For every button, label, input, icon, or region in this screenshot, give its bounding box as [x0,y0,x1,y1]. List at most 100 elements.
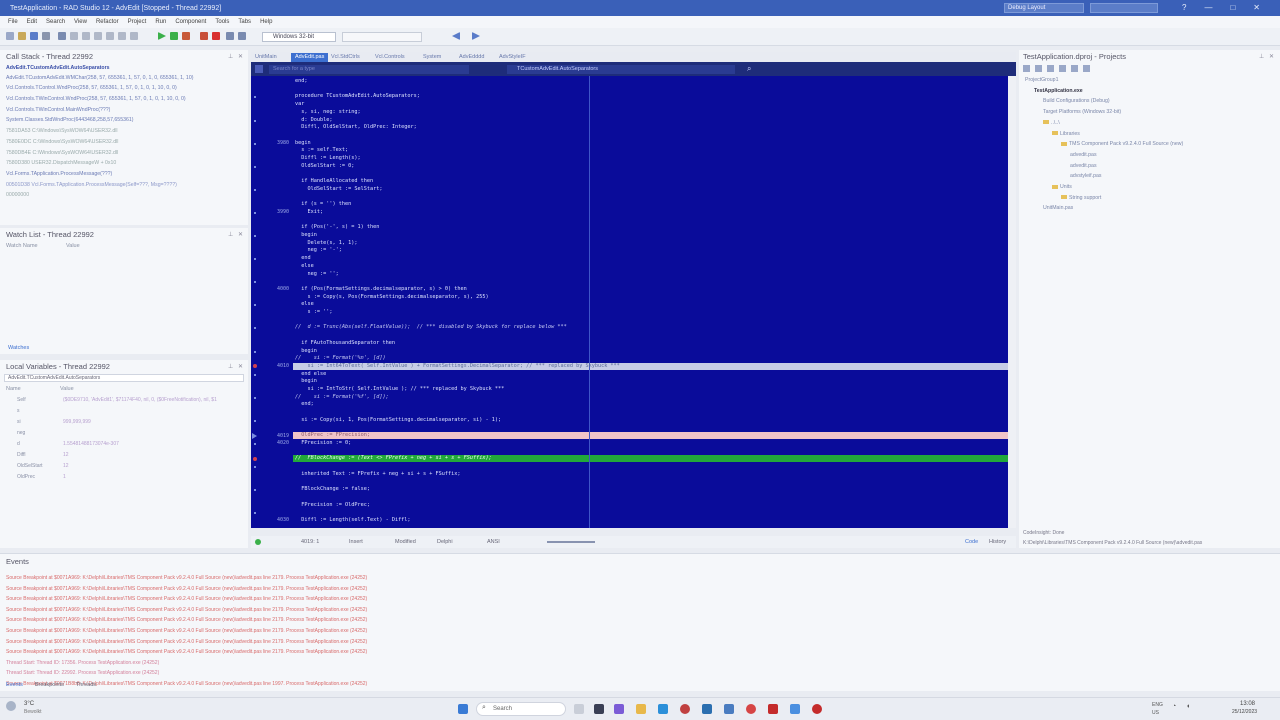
event-line[interactable]: Source Breakpoint at $0071A969: K:\Delph… [6,628,367,634]
code-line[interactable]: begin [295,378,317,384]
tab-advstyleif[interactable]: AdvStyleIF [495,53,530,62]
open-icon[interactable] [18,32,26,40]
code-line[interactable]: procedure TCustomAdvEdit.AutoSeparators; [295,93,420,99]
code-line[interactable]: end [295,255,310,261]
tab-vcl-stdctrls[interactable]: Vcl.StdCtrls [327,53,364,62]
project-tree-item[interactable]: advedit.pas [1070,152,1097,158]
breakpoint-icon[interactable] [253,456,257,461]
menu-search[interactable]: Search [46,19,65,25]
local-value[interactable]: 12 [63,452,69,458]
code-line[interactable]: s, si, neg: string; [295,109,360,115]
event-line[interactable]: Source Breakpoint at $0071A969: K:\Delph… [6,596,367,602]
project-tree-item[interactable]: Build Configurations (Debug) [1043,98,1110,104]
code-line[interactable]: FPrecision := 0; [295,440,351,446]
code-line[interactable]: si := Copy(si, 1, Pos(FormatSettings.dec… [295,417,501,423]
configuration-selector[interactable] [342,32,422,42]
tab-system[interactable]: System [419,53,445,62]
new-icon[interactable] [6,32,14,40]
add-icon[interactable] [1047,65,1054,72]
call-stack-item[interactable]: AdvEdit.TCustomAdvEdit.AutoSeparators [6,65,109,71]
type-search-input[interactable]: Search for a type [269,65,469,74]
tab-code[interactable]: Code [965,539,978,545]
project-tree-item[interactable]: TestApplication.exe [1034,88,1083,94]
step-over-icon[interactable] [226,32,234,40]
tab-threads[interactable]: Threads [76,682,96,688]
breakpoint-icon[interactable] [253,364,257,369]
call-stack-item[interactable]: 7580D380 USER32.DispatchMessageW + 0x10 [6,160,116,166]
code-line[interactable]: begin [295,140,311,146]
local-value[interactable]: 1 [63,474,66,480]
platform-selector[interactable]: Windows 32-bit [262,32,336,42]
options-icon[interactable] [1083,65,1090,72]
code-line[interactable]: if FAutoThousandSeparator then [295,340,395,346]
weather-icon[interactable] [6,701,16,711]
remove-icon[interactable] [1059,65,1066,72]
name-header[interactable]: Name [6,386,21,392]
file-explorer-icon[interactable] [636,704,646,714]
encoding-selector[interactable]: ANSI [487,539,500,545]
code-line[interactable]: Diffl := Length(self.Text) - Diffl; [295,517,410,523]
call-stack-item[interactable]: 7580E0DC C:\Windows\SysWOW64\USER32.dll [6,139,118,145]
add-file-icon[interactable] [70,32,78,40]
project-tree-item[interactable]: advedit.pas [1070,163,1097,169]
project-tree-item[interactable]: ProjectGroup1 [1025,77,1058,83]
language-selector[interactable]: Delphi [437,539,453,545]
code-line[interactable]: end else [295,371,326,377]
call-stack-item[interactable]: 00000000 [6,192,29,198]
code-line[interactable]: neg := ''; [295,271,338,277]
event-line[interactable]: Source Breakpoint at $0071A969: K:\Delph… [6,607,367,613]
options-icon[interactable] [94,32,102,40]
project-tree-item[interactable]: TMS Component Pack v9.2.4.0 Full Source … [1061,141,1183,147]
code-line[interactable]: Exit; [295,209,323,215]
calculator-icon[interactable] [702,704,712,714]
local-value[interactable]: ($0DE9710, 'AdvEdit1', $71174F40, nil, 0… [63,397,217,403]
code-line[interactable]: if HandleAllocated then [295,178,373,184]
code-line[interactable]: d: Double; [295,117,332,123]
taskbar-search[interactable]: Search [476,702,566,716]
code-line[interactable]: FPrecision := OldPrec; [295,502,370,508]
event-line[interactable]: Thread Start: Thread ID: 17356. Process … [6,660,159,666]
structure-icon[interactable] [255,65,263,73]
code-line[interactable]: else [295,301,314,307]
call-stack-item[interactable]: Vcl.Controls.TWinControl.MainWndProc(???… [6,107,110,113]
view-unit-icon[interactable] [118,32,126,40]
event-line[interactable]: Source Breakpoint at $0071A969: K:\Delph… [6,617,367,623]
task-view-icon[interactable] [574,704,584,714]
code-line[interactable]: if (Pos(FormatSettings.decimalseparator,… [295,286,467,292]
teams-icon[interactable] [614,704,624,714]
close-button[interactable]: ✕ [1253,0,1260,16]
close-panel-icon[interactable]: ✕ [1269,53,1274,60]
code-line[interactable]: begin [295,348,317,354]
menu-help[interactable]: Help [260,19,272,25]
project-tree-item[interactable]: UnitMain.pas [1043,205,1073,211]
call-stack-item[interactable]: Vcl.Forms.TApplication.ProcessMessage(??… [6,171,112,177]
watch-value-header[interactable]: Value [66,243,80,249]
minimize-button[interactable]: — [1204,0,1212,16]
trace-into-icon[interactable] [238,32,246,40]
pin-icon[interactable]: ⊥ [228,231,233,238]
pause-icon[interactable] [200,32,208,40]
layout-dropdown[interactable]: Debug Layout [1004,3,1084,13]
remove-file-icon[interactable] [82,32,90,40]
tab-vcl-controls[interactable]: Vcl.Controls [371,53,409,62]
delphi-icon[interactable] [812,704,822,714]
pin-icon[interactable]: ⊥ [228,363,233,370]
code-line[interactable]: si := IntToStr( Self.IntValue ); // *** … [295,386,504,392]
watch-name-header[interactable]: Watch Name [6,243,38,249]
value-header[interactable]: Value [60,386,74,392]
project-tree-item[interactable]: String support [1061,195,1101,201]
local-value[interactable]: 1.55481488173074e-307 [63,441,119,447]
local-value[interactable]: 12 [63,463,69,469]
debug-options-icon[interactable] [182,32,190,40]
event-line[interactable]: Source Breakpoint at $0071A969: K:\Delph… [6,586,367,592]
close-panel-icon[interactable]: ✕ [238,231,243,238]
code-line[interactable]: neg := '-'; [295,247,341,253]
run-without-debug-icon[interactable] [170,32,178,40]
method-selector[interactable]: TCustomAdvEdit.AutoSeparators [507,65,735,74]
call-stack-item[interactable]: 7581DA53 C:\Windows\SysWOW64\USER32.dll [6,128,118,134]
code-line[interactable]: begin [295,232,317,238]
pin-icon[interactable]: ⊥ [1259,53,1264,60]
search-icon[interactable]: ⌕ [747,64,751,74]
event-line[interactable]: Source Breakpoint at $0071A969: K:\Delph… [6,575,367,581]
insert-mode[interactable]: Insert [349,539,363,545]
